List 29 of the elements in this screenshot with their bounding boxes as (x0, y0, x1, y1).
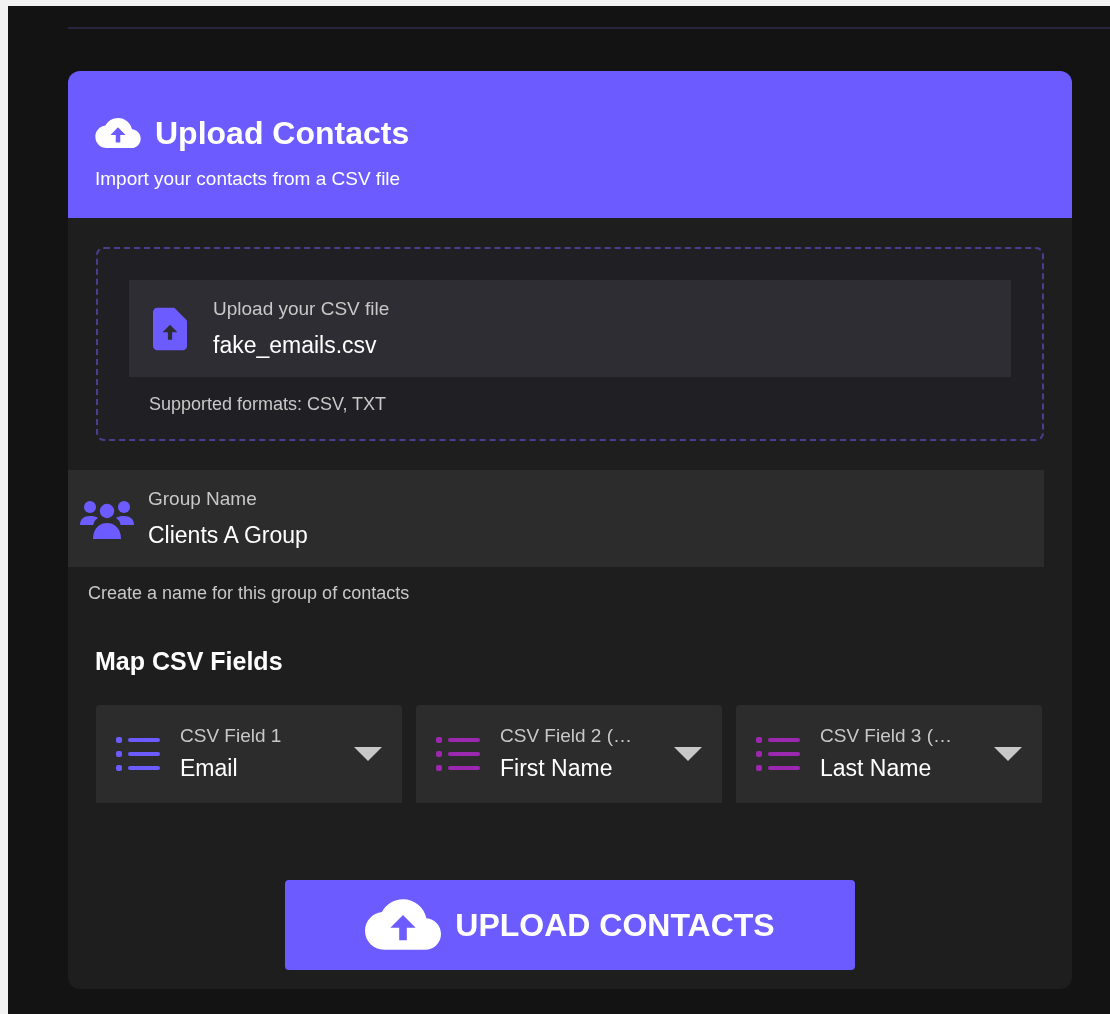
field-select[interactable]: CSV Field 2 (… First Name (416, 704, 722, 803)
dropdown-caret-icon (994, 746, 1022, 761)
dropdown-caret-icon (674, 746, 702, 761)
cloud-upload-icon (95, 116, 141, 150)
field-value: Email (180, 753, 239, 783)
field-value: First Name (500, 753, 614, 783)
field-label: CSV Field 3 (… (820, 724, 953, 748)
field-value: fake_emails.csv (213, 330, 378, 360)
field-label: Upload your CSV file (213, 297, 390, 321)
file-field[interactable]: Upload your CSV file fake_emails.csv (129, 280, 1011, 377)
dropdown-caret-icon (354, 746, 382, 761)
cloud-upload-icon (365, 896, 442, 953)
field-select[interactable]: CSV Field 1 Email (96, 704, 402, 803)
format-hint: Supported formats: CSV, TXT (149, 393, 388, 416)
drop-zone[interactable]: Upload your CSV file fake_emails.csv Supported formats: CSV, TXT (96, 247, 1044, 441)
field-select[interactable]: CSV Field 3 (… Last Name (736, 704, 1042, 803)
card-subtitle: Import your contacts from a CSV file (95, 167, 402, 191)
field-label: Group Name (148, 487, 258, 511)
file-upload-icon (153, 306, 187, 351)
group-name-field[interactable]: Group Name Clients A Group (68, 470, 1044, 567)
helper-text: Create a name for this group of contacts (88, 582, 411, 605)
upload-contacts-button[interactable]: UPLOAD CONTACTS (285, 879, 855, 970)
field-label: CSV Field 2 (… (500, 724, 633, 748)
card-title: Upload Contacts (155, 114, 410, 153)
field-value: Clients A Group (148, 520, 308, 550)
people-icon (80, 498, 134, 539)
field-label: CSV Field 1 (180, 724, 283, 748)
section-title: Map CSV Fields (95, 646, 284, 677)
field-value: Last Name (820, 753, 933, 783)
